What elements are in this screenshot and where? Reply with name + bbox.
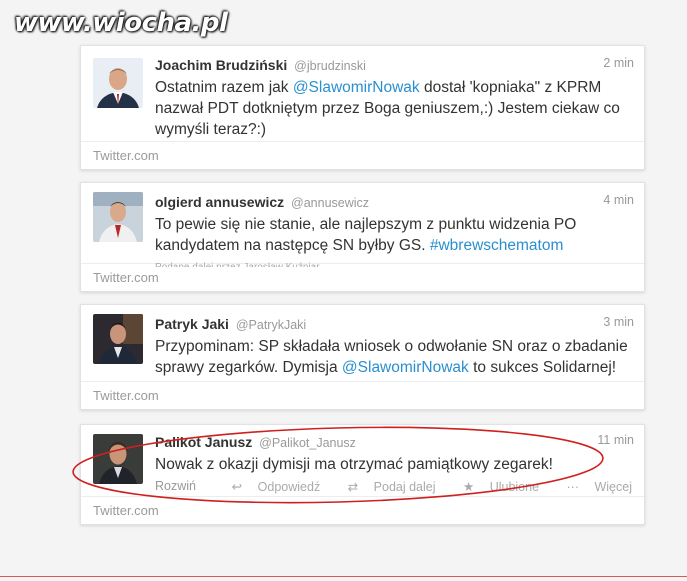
divider [0,576,687,577]
annotation-ellipse [72,426,604,504]
